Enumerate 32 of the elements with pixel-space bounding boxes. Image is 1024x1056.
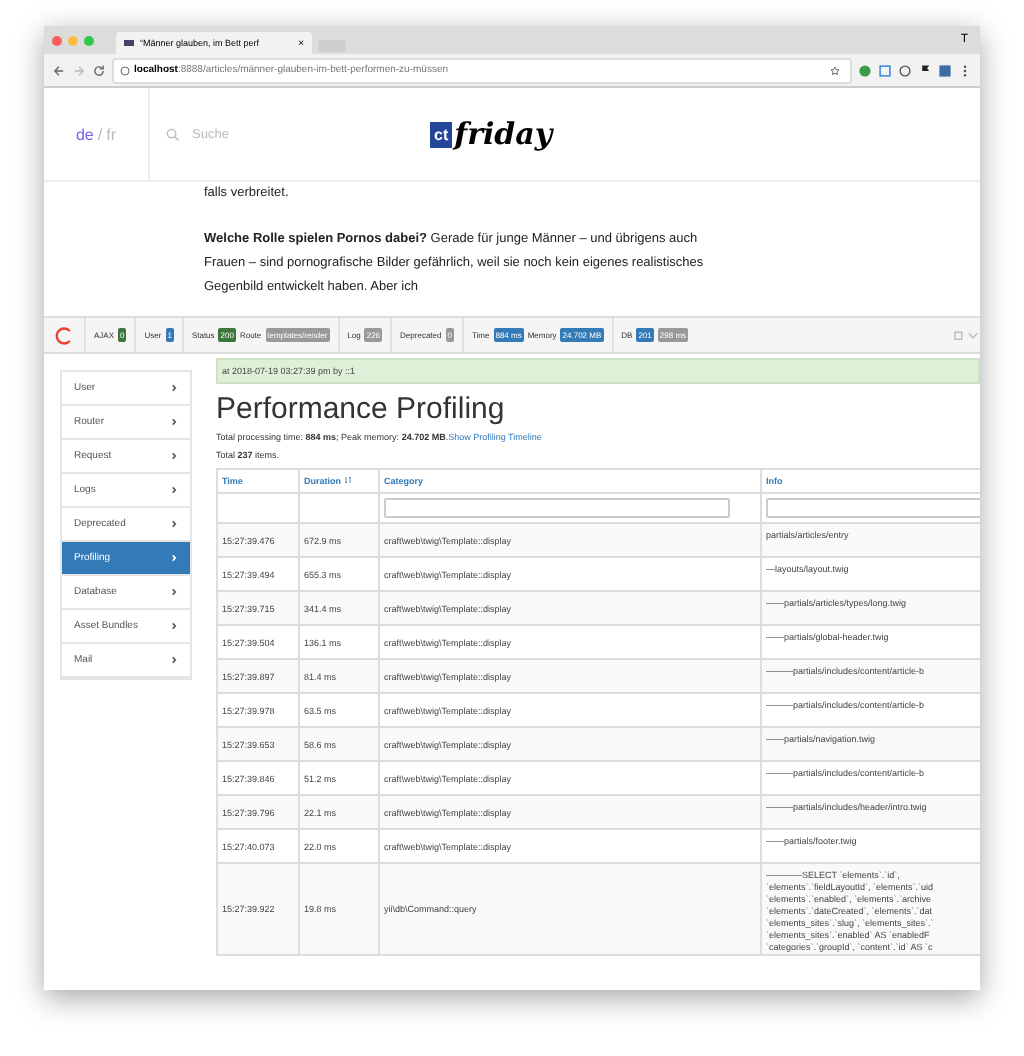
chevron-right-icon bbox=[170, 418, 178, 426]
filter-field[interactable] bbox=[384, 498, 731, 518]
logo-mark[interactable]: ct bbox=[430, 121, 453, 147]
external-window-icon[interactable] bbox=[952, 328, 966, 342]
chevron-right-icon bbox=[170, 520, 178, 528]
close-window-icon[interactable] bbox=[52, 35, 62, 45]
chevron-right-icon bbox=[170, 588, 178, 596]
search-icon bbox=[166, 127, 180, 141]
extension-icon[interactable] bbox=[938, 63, 952, 77]
reload-icon[interactable] bbox=[92, 63, 106, 77]
chevron-right-icon bbox=[170, 622, 178, 630]
logo-wordmark[interactable]: friday bbox=[454, 116, 553, 152]
chevron-right-icon bbox=[170, 486, 178, 494]
menu-icon[interactable] bbox=[958, 63, 972, 77]
favicon-icon bbox=[124, 40, 134, 46]
panel-title: Performance Profiling bbox=[216, 392, 507, 426]
star-icon[interactable] bbox=[830, 65, 840, 75]
chevron-down-icon[interactable] bbox=[966, 328, 980, 342]
chevron-right-icon bbox=[170, 452, 178, 460]
language-link[interactable]: de bbox=[75, 125, 94, 143]
sort-icon[interactable] bbox=[343, 476, 351, 484]
chevron-right-icon bbox=[170, 554, 178, 562]
forward-icon[interactable] bbox=[72, 63, 86, 77]
logo-icon[interactable] bbox=[54, 325, 74, 345]
back-icon[interactable] bbox=[52, 63, 66, 77]
maximize-window-icon[interactable] bbox=[84, 35, 94, 45]
flag-icon[interactable] bbox=[918, 63, 932, 77]
language-separator: / bbox=[97, 125, 103, 143]
chevron-right-icon bbox=[170, 656, 178, 664]
chevron-right-icon bbox=[170, 384, 178, 392]
filter-field[interactable] bbox=[766, 498, 980, 518]
info-icon[interactable] bbox=[120, 65, 130, 75]
